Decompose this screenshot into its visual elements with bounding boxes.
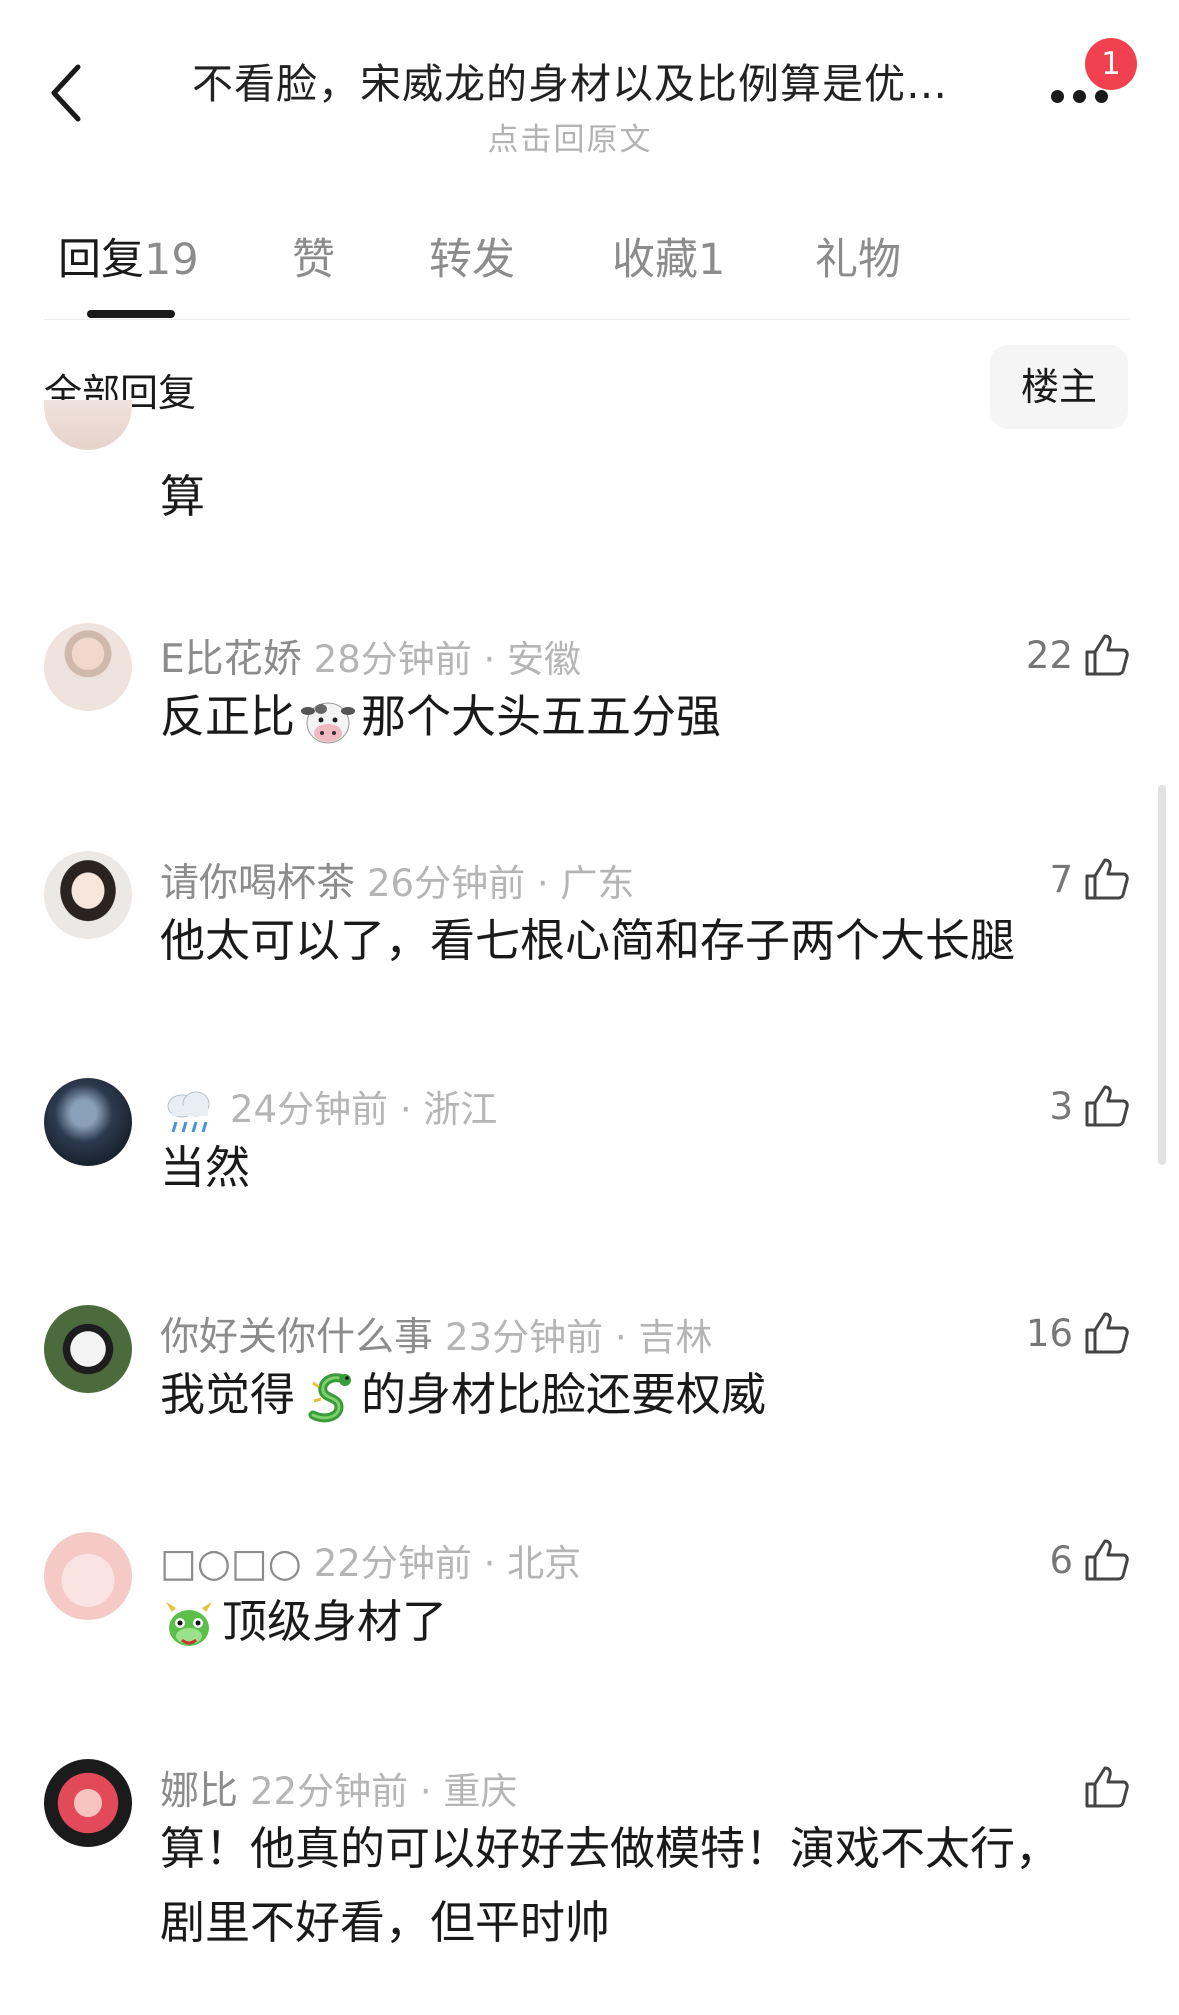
back-button[interactable] <box>40 55 100 125</box>
scrollbar[interactable] <box>1158 785 1166 1165</box>
dragon-emoji <box>308 1373 352 1423</box>
comment-text: 反正比 那个大头五五分强 <box>160 680 721 754</box>
username[interactable]: 娜比 <box>160 1769 238 1814</box>
tab-replies[interactable]: 回复19 <box>58 225 199 287</box>
like-count: 6 <box>1049 1538 1073 1582</box>
like-button[interactable]: 6 <box>1049 1535 1131 1591</box>
avatar[interactable] <box>44 1759 132 1847</box>
timestamp-location: 24分钟前 · 浙江 <box>230 1088 498 1131</box>
comment-text-part: 顶级身材了 <box>222 1595 448 1648</box>
tab-label: 转发 <box>429 235 515 285</box>
more-dot <box>1095 90 1108 103</box>
like-button[interactable] <box>1081 1762 1131 1818</box>
avatar[interactable] <box>44 400 132 450</box>
more-dots-icon <box>1051 90 1064 103</box>
timestamp-location: 22分钟前 · 重庆 <box>250 1770 518 1813</box>
page-title: 不看脸，宋威龙的身材以及比例算是优… <box>192 60 948 108</box>
divider <box>44 319 1129 320</box>
tab-gifts[interactable]: 礼物 <box>815 225 901 287</box>
tab-label: 赞 <box>292 235 335 285</box>
comment-text: 他太可以了，看七根心简和存子两个大长腿 <box>160 914 1016 967</box>
thumbs-up-icon <box>1085 1766 1129 1808</box>
like-count: 16 <box>1025 1311 1073 1355</box>
tab-label: 收藏 <box>612 235 698 285</box>
comment-text: 当然 <box>160 1141 251 1194</box>
comment-meta: E比花娇 28分钟前 · 安徽 <box>160 628 581 684</box>
timestamp-location: 28分钟前 · 安徽 <box>313 638 582 681</box>
active-tab-indicator <box>87 310 175 318</box>
comment-meta: 24分钟前 · 浙江 <box>160 1079 497 1138</box>
tab-count: 1 <box>698 235 726 285</box>
like-button[interactable]: 22 <box>1026 630 1131 686</box>
tab-label: 回复 <box>58 235 144 285</box>
thumbs-up-icon <box>1085 1085 1129 1127</box>
comment-text-part: 那个大头五五分强 <box>361 690 722 743</box>
comment-meta: 你好关你什么事 23分钟前 · 吉林 <box>160 1306 712 1362</box>
op-only-button[interactable]: 楼主 <box>990 345 1128 429</box>
comment-text: 算 <box>160 470 206 523</box>
top-bar: 不看脸，宋威龙的身材以及比例算是优… 点击回原文 1 <box>0 0 1179 160</box>
username[interactable]: □○□○ <box>160 1541 302 1586</box>
notification-badge: 1 <box>1085 38 1137 90</box>
tab-likes[interactable]: 赞 <box>292 225 335 287</box>
thumbs-up-icon <box>1085 634 1129 676</box>
like-count: 22 <box>1025 633 1073 677</box>
comment-text-part: 的身材比脸还要权威 <box>361 1368 767 1421</box>
comment-text-part: 反正比 <box>160 690 296 743</box>
chevron-left-icon <box>51 64 81 122</box>
comment-meta: 娜比 22分钟前 · 重庆 <box>160 1760 517 1816</box>
thumbs-up-icon <box>1085 1312 1129 1354</box>
comment-meta: 请你喝杯茶 26分钟前 · 广东 <box>160 852 634 908</box>
cloud-rain-emoji[interactable] <box>160 1086 218 1138</box>
dragon-face-emoji <box>166 1602 212 1646</box>
like-button[interactable]: 16 <box>1026 1308 1131 1364</box>
username[interactable]: E比花娇 <box>160 637 302 682</box>
cow-face-emoji <box>301 702 356 744</box>
like-button[interactable]: 7 <box>1049 854 1131 910</box>
thumbs-up-icon <box>1085 1539 1129 1581</box>
title-area[interactable]: 不看脸，宋威龙的身材以及比例算是优… 点击回原文 <box>160 50 980 159</box>
more-dot <box>1073 90 1086 103</box>
comment-text-part: 我觉得 <box>160 1368 296 1421</box>
avatar[interactable] <box>44 623 132 711</box>
comment-text: 我觉得 的身材比脸还要权威 <box>160 1358 766 1432</box>
comment-meta: □○□○ 22分钟前 · 北京 <box>160 1533 581 1587</box>
avatar[interactable] <box>44 1078 132 1166</box>
avatar[interactable] <box>44 1305 132 1393</box>
username[interactable]: 请你喝杯茶 <box>160 861 355 906</box>
timestamp-location: 22分钟前 · 北京 <box>313 1542 582 1585</box>
like-count: 3 <box>1049 1084 1073 1128</box>
tab-count: 19 <box>144 235 199 285</box>
like-button[interactable]: 3 <box>1049 1081 1131 1137</box>
thumbs-up-icon <box>1085 858 1129 900</box>
comment-text: 顶级身材了 <box>160 1585 447 1659</box>
timestamp-location: 23分钟前 · 吉林 <box>445 1316 713 1359</box>
avatar[interactable] <box>44 1532 132 1620</box>
tab-favorites[interactable]: 收藏1 <box>612 225 725 287</box>
back-to-original-link[interactable]: 点击回原文 <box>160 114 980 159</box>
comment-text: 剧里不好看，但平时帅 <box>160 1896 611 1949</box>
comment-text: 算！他真的可以好好去做模特！演戏不太行， <box>160 1822 1061 1875</box>
tab-bar: 回复19 赞 转发 收藏1 礼物 <box>0 225 1179 320</box>
tab-label: 礼物 <box>815 235 901 285</box>
avatar[interactable] <box>44 851 132 939</box>
timestamp-location: 26分钟前 · 广东 <box>367 862 635 905</box>
username[interactable]: 你好关你什么事 <box>160 1315 433 1360</box>
like-count: 7 <box>1049 857 1073 901</box>
tab-reposts[interactable]: 转发 <box>429 225 515 287</box>
